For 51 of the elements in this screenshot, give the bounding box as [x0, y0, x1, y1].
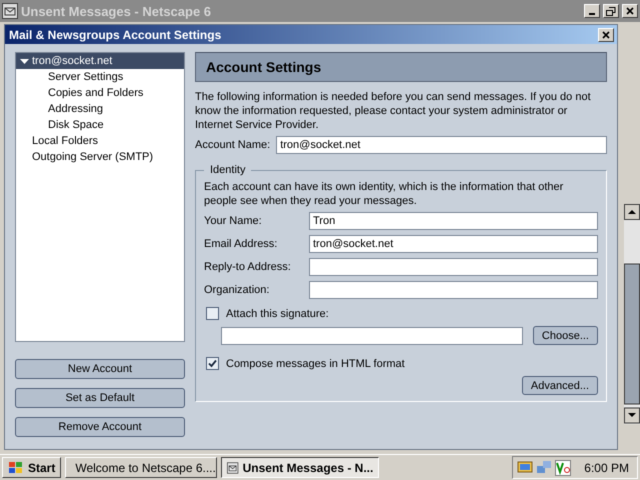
- tree-item[interactable]: Copies and Folders: [16, 85, 184, 101]
- input-field[interactable]: tron@socket.net: [309, 235, 598, 253]
- panel-header: Account Settings: [195, 52, 607, 82]
- expand-triangle-icon[interactable]: [20, 56, 29, 66]
- account-button[interactable]: Set as Default: [15, 388, 185, 408]
- account-button[interactable]: New Account: [15, 359, 185, 379]
- field-label: Account Name:: [195, 139, 270, 151]
- field-label: Organization:: [204, 284, 270, 296]
- advanced-button[interactable]: Advanced...: [522, 376, 598, 395]
- start-button[interactable]: Start: [2, 457, 62, 478]
- checkbox-label: Compose messages in HTML format: [226, 358, 405, 370]
- input-field[interactable]: [309, 281, 598, 299]
- field-label: Your Name:: [204, 215, 263, 227]
- account-button[interactable]: Remove Account: [15, 417, 185, 437]
- tree-item[interactable]: tron@socket.net: [16, 53, 184, 69]
- monitor-icon[interactable]: [517, 460, 534, 476]
- taskbar-button[interactable]: Unsent Messages - N...: [221, 457, 380, 478]
- restore-button[interactable]: [603, 4, 619, 18]
- four-squares-icon: [8, 460, 24, 474]
- input-field[interactable]: [309, 258, 598, 276]
- minimize-button[interactable]: [584, 4, 600, 18]
- input-field[interactable]: tron@socket.net: [276, 136, 607, 154]
- dialog-title: Mail & Newsgroups Account Settings: [9, 28, 222, 42]
- description-text: Each account can have its own identity, which is the information that other people see when they read your messages.: [204, 180, 564, 208]
- tree-item[interactable]: Disk Space: [16, 117, 184, 133]
- field-label: Email Address:: [204, 238, 278, 250]
- checkbox-label: Attach this signature:: [226, 308, 329, 320]
- close-button[interactable]: [598, 28, 614, 42]
- envelope-icon: [2, 3, 18, 19]
- scrollbar[interactable]: [624, 204, 640, 424]
- close-icon: [626, 7, 634, 15]
- tree-item[interactable]: Addressing: [16, 101, 184, 117]
- tree-item[interactable]: Outgoing Server (SMTP): [16, 149, 184, 165]
- restore-icon: [606, 6, 616, 16]
- tree-item[interactable]: Server Settings: [16, 69, 184, 85]
- vnc-icon[interactable]: [555, 460, 572, 476]
- close-icon: [602, 30, 610, 38]
- checkbox[interactable]: [206, 357, 219, 370]
- choose-button[interactable]: Choose...: [532, 326, 598, 345]
- tree-item[interactable]: Local Folders: [16, 133, 184, 149]
- checkbox[interactable]: [206, 307, 219, 320]
- close-button[interactable]: [622, 4, 638, 18]
- group-title: Identity: [209, 164, 246, 176]
- window-title: Unsent Messages - Netscape 6: [21, 4, 212, 18]
- taskbar-button[interactable]: Welcome to Netscape 6....: [65, 457, 218, 478]
- input-field[interactable]: [221, 326, 523, 344]
- field-label: Reply-to Address:: [204, 261, 292, 273]
- description-text: The following information is needed before you can send messages. If you do not know the information requested, please contact your system administrator or Internet Service Provider.: [195, 90, 592, 132]
- input-field[interactable]: Tron: [309, 212, 598, 230]
- envelope-icon: [227, 460, 239, 476]
- clock: 6:00 PM: [584, 460, 629, 474]
